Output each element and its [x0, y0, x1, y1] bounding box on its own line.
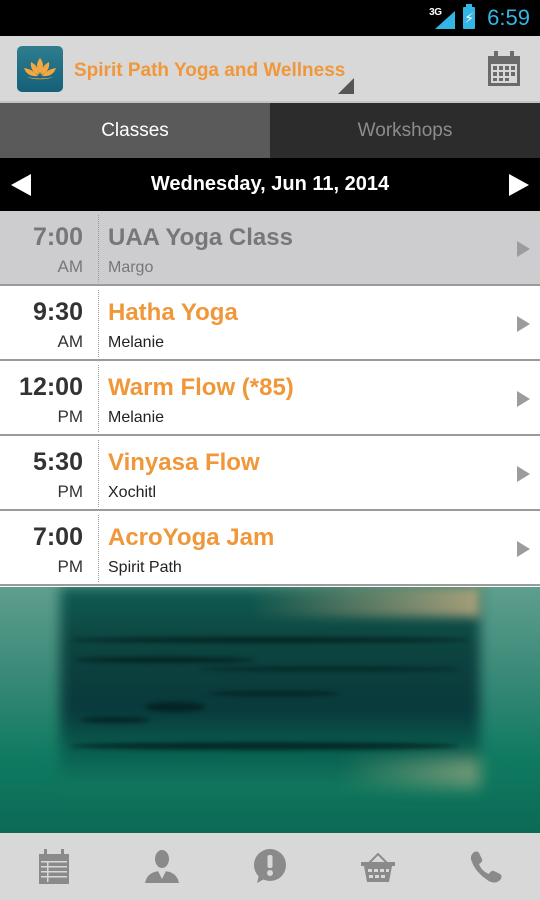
- class-name: UAA Yoga Class: [108, 224, 293, 251]
- class-name: Hatha Yoga: [108, 299, 238, 326]
- class-row[interactable]: 7:00 PM AcroYoga Jam Spirit Path: [0, 511, 540, 586]
- class-time: 9:30: [32, 298, 83, 326]
- class-name: Vinyasa Flow: [108, 449, 260, 476]
- chevron-right-icon: [517, 241, 530, 257]
- nav-alerts-button[interactable]: [250, 847, 290, 887]
- battery-icon: ⚡: [463, 4, 476, 29]
- class-instructor: Melanie: [108, 409, 165, 426]
- arrow-right-icon[interactable]: [509, 174, 529, 196]
- calendar-button[interactable]: [486, 50, 522, 88]
- class-instructor: Xochitl: [108, 484, 157, 501]
- tab-bar: Classes Workshops: [0, 103, 540, 158]
- class-time: 7:00: [32, 223, 83, 251]
- class-row[interactable]: 7:00 AM UAA Yoga Class Margo: [0, 211, 540, 286]
- calendar-icon: [488, 51, 520, 86]
- nav-schedule-button[interactable]: [34, 847, 74, 887]
- status-bar: 3G ⚡ 6:59: [0, 0, 540, 36]
- lotus-icon: [24, 58, 56, 80]
- app-screen: 3G ⚡ 6:59 Spirit Path Yoga and Wellness: [0, 0, 540, 900]
- row-divider: [98, 290, 99, 357]
- class-time: 7:00: [32, 523, 83, 551]
- date-navigator: Wednesday, Jun 11, 2014: [0, 158, 540, 211]
- class-ampm: PM: [57, 407, 84, 426]
- ripple: [210, 691, 340, 696]
- class-instructor: Margo: [108, 259, 154, 276]
- class-time: 5:30: [32, 448, 83, 476]
- sunset-glow: [250, 587, 480, 617]
- staff-icon: [145, 849, 179, 883]
- ripple: [145, 702, 205, 712]
- class-instructor: Melanie: [108, 334, 165, 351]
- nav-shop-button[interactable]: [358, 847, 398, 887]
- row-divider: [98, 440, 99, 507]
- class-row[interactable]: 5:30 PM Vinyasa Flow Xochitl: [0, 436, 540, 511]
- background-water-image: [0, 587, 540, 833]
- sunset-reflection: [340, 757, 480, 787]
- schedule-icon: [39, 848, 69, 884]
- ripple: [70, 637, 470, 643]
- chevron-right-icon: [517, 391, 530, 407]
- nav-phone-button[interactable]: [466, 847, 506, 887]
- row-divider: [98, 215, 99, 282]
- class-instructor: Spirit Path: [108, 559, 182, 576]
- arrow-left-icon[interactable]: [11, 174, 31, 196]
- ripple: [80, 717, 150, 723]
- ripple: [70, 742, 460, 750]
- bottom-nav: [0, 833, 540, 900]
- app-title-spinner[interactable]: Spirit Path Yoga and Wellness: [74, 60, 345, 82]
- class-row[interactable]: 9:30 AM Hatha Yoga Melanie: [0, 286, 540, 361]
- ripple: [75, 657, 255, 663]
- signal-icon: 3G: [429, 5, 456, 31]
- chevron-right-icon: [517, 316, 530, 332]
- tab-workshops[interactable]: Workshops: [270, 103, 540, 158]
- chevron-right-icon: [517, 466, 530, 482]
- class-name: AcroYoga Jam: [108, 524, 275, 551]
- phone-icon: [470, 851, 502, 882]
- row-divider: [98, 365, 99, 432]
- app-logo[interactable]: [17, 46, 63, 92]
- spinner-dropdown-icon: [338, 78, 354, 94]
- shop-basket-icon: [361, 852, 395, 882]
- row-divider: [98, 515, 99, 582]
- class-list: 7:00 AM UAA Yoga Class Margo 9:30 AM Hat…: [0, 211, 540, 586]
- class-time: 12:00: [19, 373, 83, 401]
- class-ampm: AM: [57, 332, 84, 351]
- alert-icon: [254, 848, 286, 883]
- current-date: Wednesday, Jun 11, 2014: [150, 173, 390, 195]
- ripple: [200, 667, 460, 671]
- status-clock: 6:59: [487, 5, 530, 30]
- nav-staff-button[interactable]: [142, 847, 182, 887]
- action-bar: Spirit Path Yoga and Wellness: [0, 36, 540, 103]
- class-ampm: AM: [57, 257, 84, 276]
- class-ampm: PM: [57, 482, 84, 501]
- tab-classes[interactable]: Classes: [0, 103, 270, 158]
- chevron-right-icon: [517, 541, 530, 557]
- class-name: Warm Flow (*85): [108, 374, 294, 401]
- class-ampm: PM: [57, 557, 84, 576]
- class-row[interactable]: 12:00 PM Warm Flow (*85) Melanie: [0, 361, 540, 436]
